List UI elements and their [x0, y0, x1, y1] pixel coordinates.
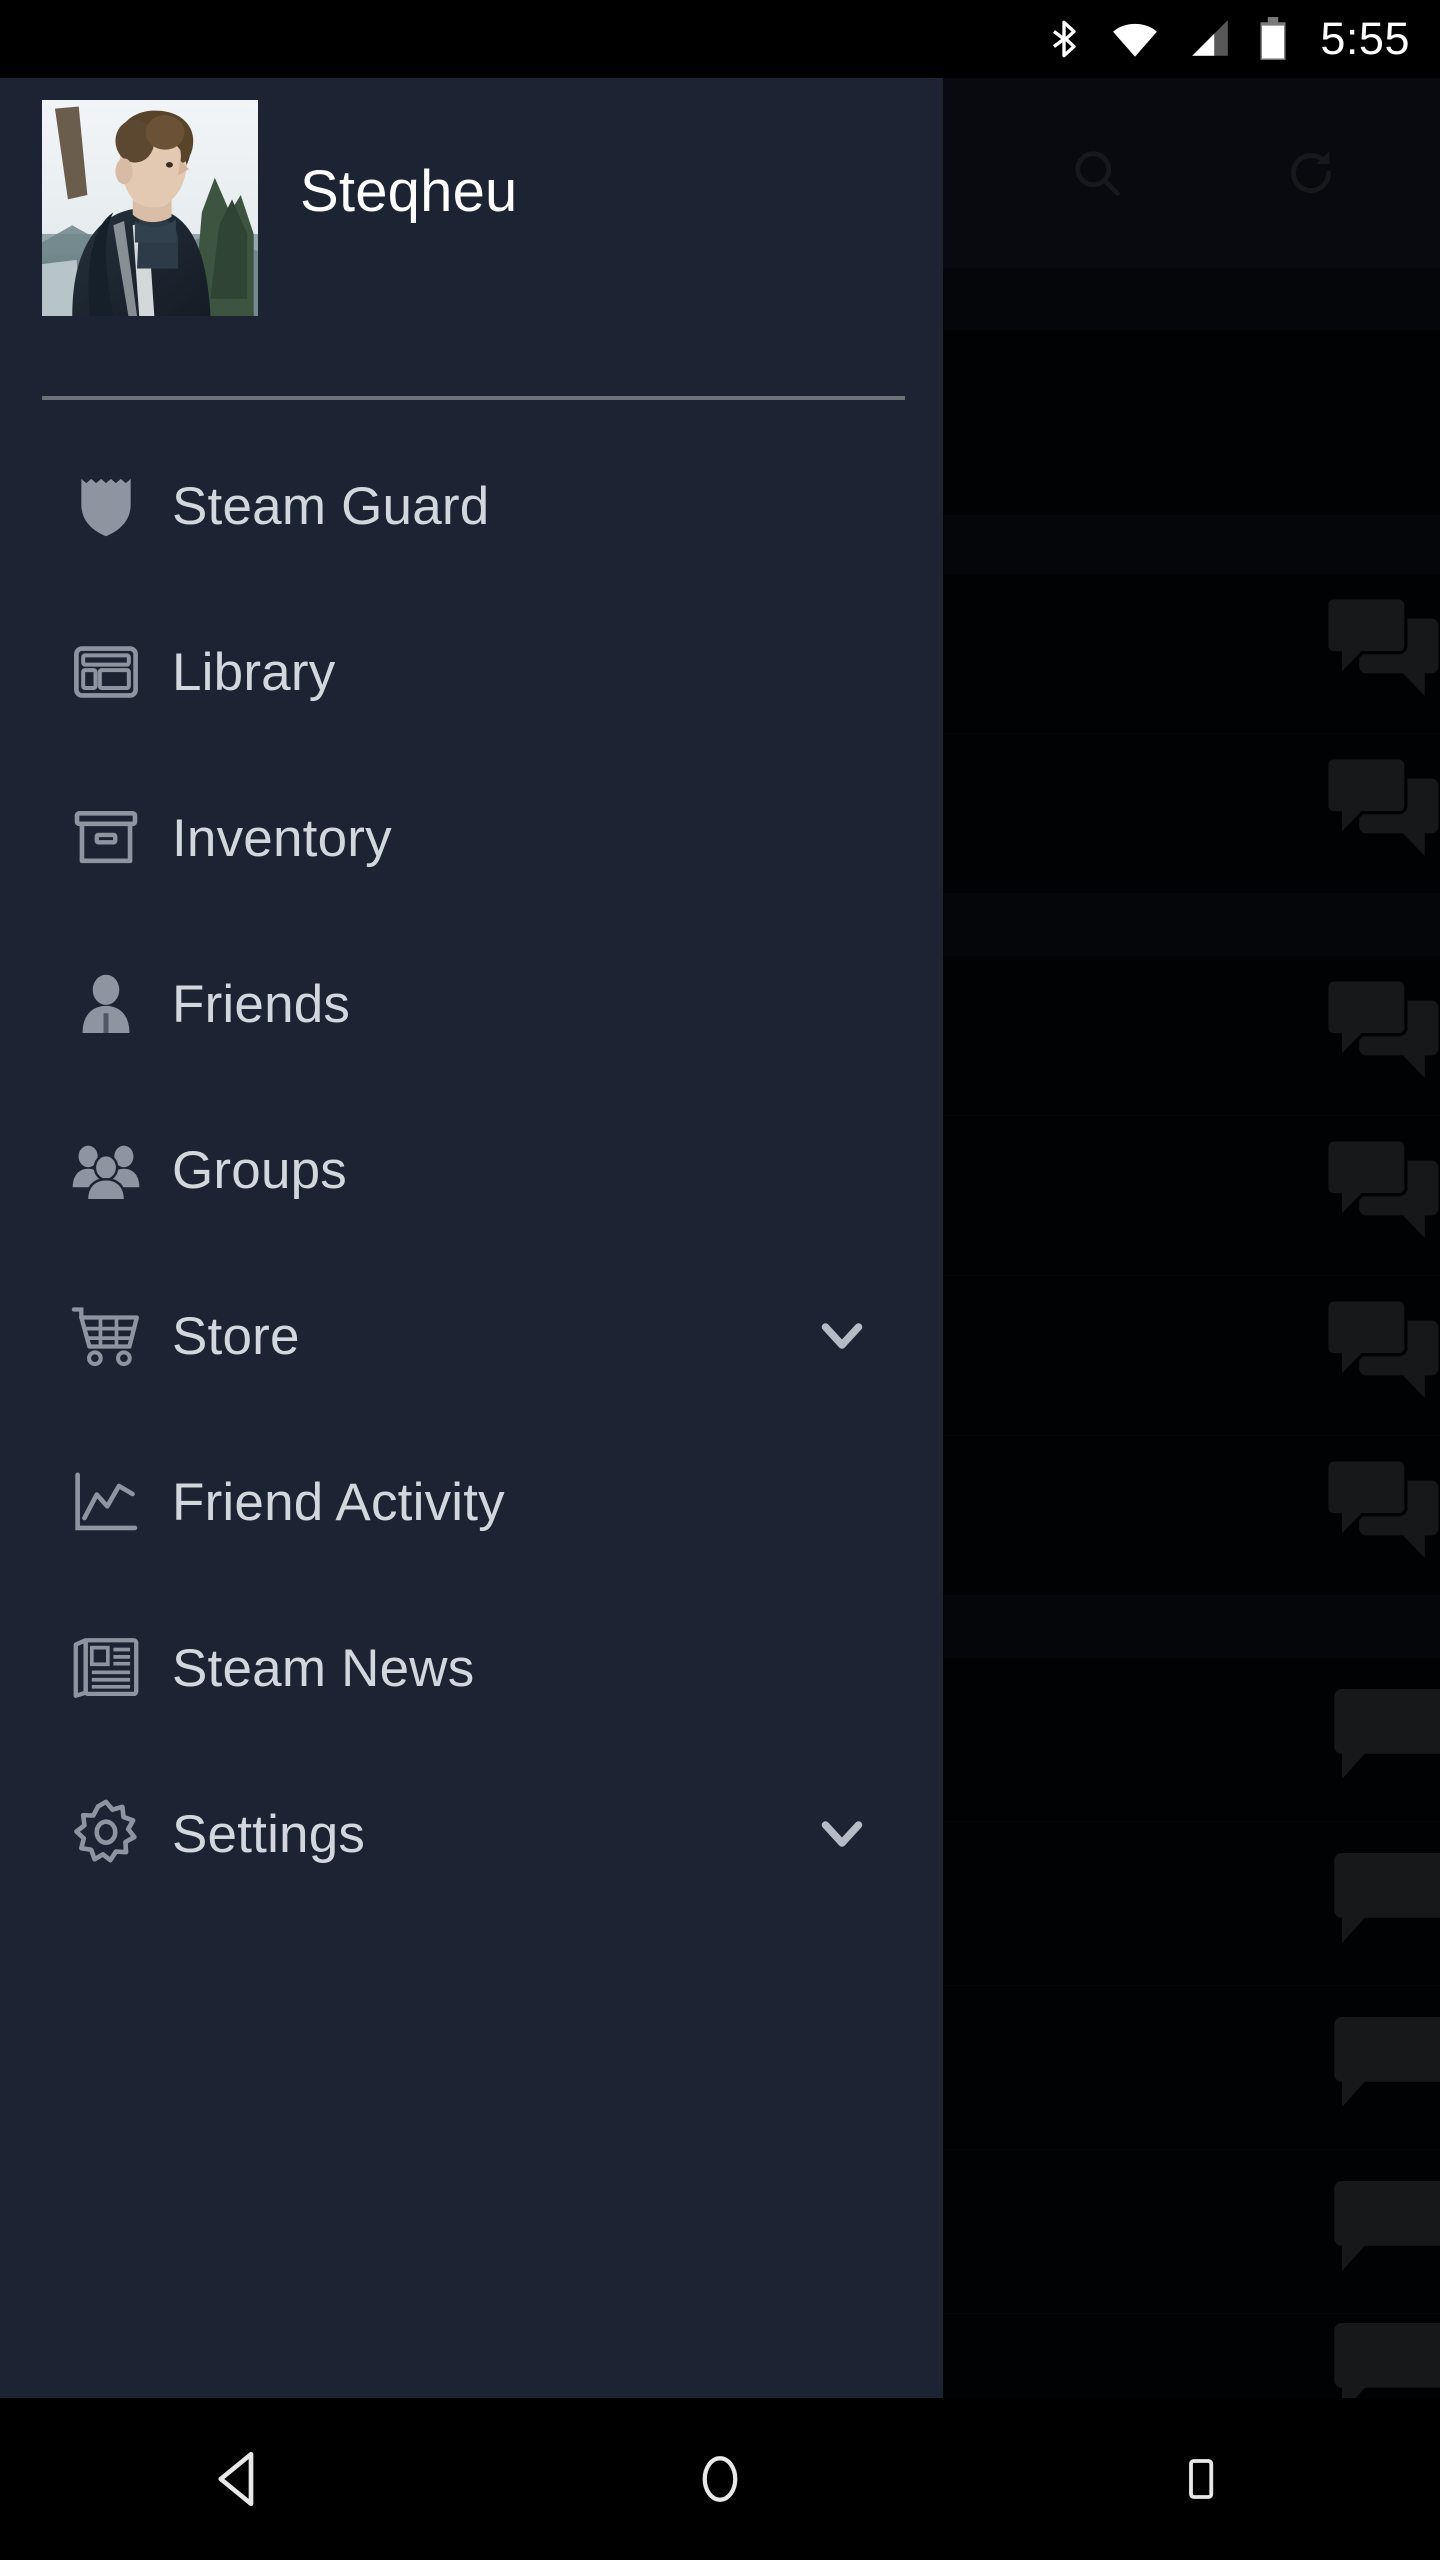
profile-divider	[42, 396, 905, 400]
drawer-item-label: Friend Activity	[172, 1472, 505, 1532]
inventory-box-icon	[66, 801, 146, 875]
avatar[interactable]	[42, 100, 258, 316]
drawer-item-inventory[interactable]: Inventory	[0, 755, 943, 921]
line-chart-icon	[66, 1465, 146, 1539]
drawer-item-steam-guard[interactable]: Steam Guard	[0, 423, 943, 589]
newspaper-icon	[73, 1638, 139, 1698]
inventory-box-icon	[74, 811, 138, 864]
drawer-item-label: Steam News	[172, 1638, 475, 1698]
drawer-item-label: Groups	[172, 1140, 348, 1200]
drawer-item-label: Friends	[172, 974, 351, 1034]
back-triangle-icon	[218, 2451, 254, 2507]
gear-icon	[74, 1799, 137, 1863]
shield-icon	[66, 469, 146, 543]
chevron-down-icon	[821, 1323, 863, 1349]
shopping-cart-icon	[66, 1299, 146, 1373]
profile-username: Steqheu	[300, 158, 518, 224]
chevron-down-icon	[821, 1821, 863, 1847]
drawer-item-label: Library	[172, 642, 336, 702]
status-bar: 5:55	[0, 0, 1440, 78]
library-icon	[66, 635, 146, 709]
cellular-signal-icon	[1186, 17, 1232, 61]
gear-icon	[66, 1797, 146, 1871]
line-chart-icon	[75, 1472, 138, 1531]
newspaper-icon	[66, 1631, 146, 1705]
shield-icon	[81, 478, 131, 537]
home-button[interactable]	[480, 2449, 960, 2509]
drawer-menu-list: Steam Guard Library Inventory Friends Gr…	[0, 423, 943, 1917]
status-clock: 5:55	[1320, 13, 1410, 64]
bluetooth-icon	[1044, 17, 1084, 61]
drawer-item-friends[interactable]: Friends	[0, 921, 943, 1087]
expand-toggle[interactable]	[807, 1804, 877, 1864]
home-circle-icon	[702, 2456, 738, 2502]
person-icon	[66, 967, 146, 1041]
back-button[interactable]	[0, 2446, 480, 2512]
phone-screen: Steqheu Steam Guard Library Inventory Fr…	[0, 0, 1440, 2560]
shopping-cart-icon	[71, 1307, 139, 1367]
drawer-item-friend-activity[interactable]: Friend Activity	[0, 1419, 943, 1585]
avatar-image	[42, 100, 258, 316]
people-group-icon	[66, 1133, 146, 1207]
recents-button[interactable]	[960, 2450, 1440, 2508]
drawer-item-label: Settings	[172, 1804, 366, 1864]
person-icon	[82, 974, 130, 1033]
drawer-item-settings[interactable]: Settings	[0, 1751, 943, 1917]
people-group-icon	[72, 1145, 140, 1202]
expand-toggle[interactable]	[807, 1306, 877, 1366]
drawer-item-groups[interactable]: Groups	[0, 1087, 943, 1253]
navigation-drawer: Steqheu Steam Guard Library Inventory Fr…	[0, 78, 943, 2398]
drawer-item-store[interactable]: Store	[0, 1253, 943, 1419]
recents-square-icon	[1189, 2459, 1214, 2499]
drawer-item-library[interactable]: Library	[0, 589, 943, 755]
wifi-icon	[1110, 17, 1160, 61]
drawer-item-label: Inventory	[172, 808, 392, 868]
library-icon	[74, 646, 138, 698]
drawer-item-label: Steam Guard	[172, 476, 490, 536]
drawer-item-steam-news[interactable]: Steam News	[0, 1585, 943, 1751]
drawer-item-label: Store	[172, 1306, 300, 1366]
android-nav-bar	[0, 2398, 1440, 2560]
battery-icon	[1258, 16, 1288, 62]
drawer-profile-header[interactable]: Steqheu	[0, 78, 943, 400]
